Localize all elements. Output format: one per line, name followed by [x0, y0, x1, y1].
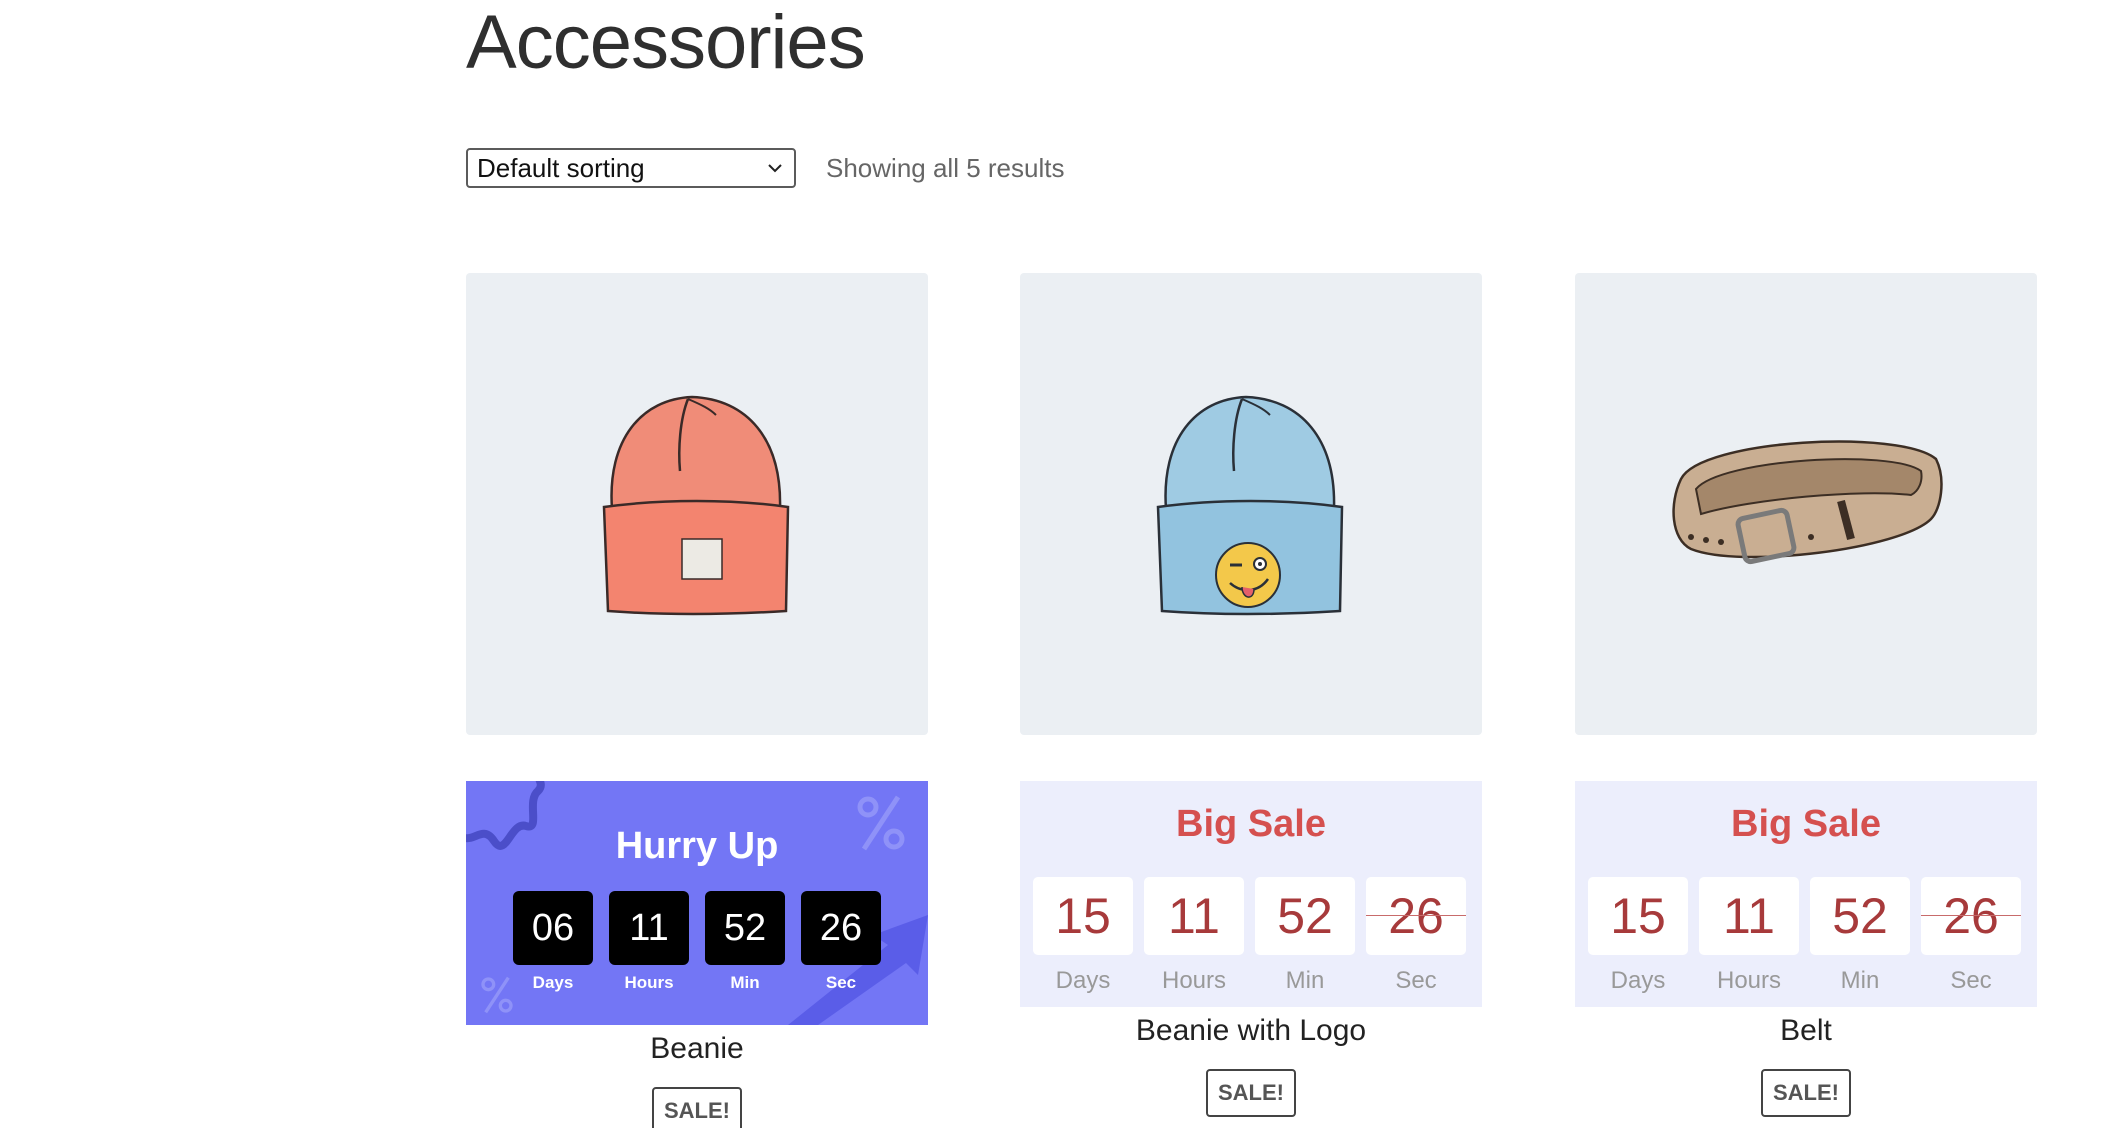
- product-card-beanie-with-logo: Big Sale 15 Days 11 Hours 52 Min 26 Sec: [1020, 273, 1482, 1117]
- countdown-value: 06: [513, 891, 593, 965]
- product-name-link[interactable]: Belt: [1575, 1013, 2037, 1049]
- countdown-value: 15: [1033, 877, 1133, 955]
- countdown-label: Hours: [1161, 967, 1227, 994]
- countdown-minutes: 52 Min: [705, 891, 785, 993]
- chevron-down-icon: [768, 164, 782, 173]
- countdown-value: 11: [1144, 877, 1244, 955]
- countdown-label: Hours: [624, 973, 674, 992]
- countdown-hours: 11 Hours: [1144, 877, 1244, 995]
- product-image-link[interactable]: [1020, 273, 1482, 735]
- countdown-value: 11: [609, 891, 689, 965]
- countdown-value: 26: [801, 891, 881, 965]
- countdown-days: 15 Days: [1588, 877, 1688, 995]
- sale-badge: SALE!: [1206, 1069, 1296, 1117]
- countdown-days: 06 Days: [513, 891, 593, 993]
- countdown-seconds: 26 Sec: [1921, 877, 2021, 995]
- countdown-days: 15 Days: [1033, 877, 1133, 995]
- countdown-hours: 11 Hours: [1699, 877, 1799, 995]
- countdown-seconds: 26 Sec: [1366, 877, 1466, 995]
- countdown-value: 52: [1810, 877, 1910, 955]
- results-count: Showing all 5 results: [826, 152, 1065, 183]
- product-image-link[interactable]: [466, 273, 928, 735]
- countdown-label: Min: [730, 973, 760, 992]
- countdown-label: Sec: [825, 973, 857, 992]
- shop-toolbar: Default sorting Showing all 5 results: [466, 146, 1064, 190]
- countdown-timer-light: Big Sale 15 Days 11 Hours 52 Min 26 Sec: [1575, 781, 2037, 1007]
- countdown-hours: 11 Hours: [609, 891, 689, 993]
- countdown-label: Hours: [1716, 967, 1782, 994]
- countdown-value: 52: [705, 891, 785, 965]
- countdown-value: 26: [1921, 877, 2021, 955]
- countdown-value: 52: [1255, 877, 1355, 955]
- countdown-label: Min: [1840, 967, 1880, 994]
- sorting-select[interactable]: Default sorting: [466, 148, 796, 188]
- countdown-heading: Hurry Up: [615, 825, 779, 867]
- countdown-label: Sec: [1395, 967, 1437, 994]
- sale-badge: SALE!: [1761, 1069, 1851, 1117]
- product-name-link[interactable]: Beanie: [466, 1031, 928, 1067]
- countdown-label: Days: [1055, 967, 1111, 994]
- blue-beanie-with-logo-icon: [1156, 395, 1344, 616]
- countdown-timer-light: Big Sale 15 Days 11 Hours 52 Min 26 Sec: [1020, 781, 1482, 1007]
- countdown-units: 06 Days 11 Hours 52 Min 26 Sec: [466, 891, 928, 993]
- countdown-minutes: 52 Min: [1255, 877, 1355, 995]
- product-card-beanie: Hurry Up 06 Days 11 Hours 52 Min 26 Sec: [466, 273, 928, 1128]
- belt-icon: [1672, 440, 1943, 565]
- shop-page: Accessories Default sorting Showing all …: [0, 0, 2106, 1128]
- countdown-label: Days: [1610, 967, 1666, 994]
- countdown-seconds: 26 Sec: [801, 891, 881, 993]
- countdown-value: 26: [1366, 877, 1466, 955]
- countdown-value: 11: [1699, 877, 1799, 955]
- orange-beanie-icon: [602, 395, 790, 616]
- sorting-selected-value: Default sorting: [477, 152, 645, 183]
- countdown-label: Min: [1285, 967, 1325, 994]
- countdown-heading: Big Sale: [1176, 803, 1326, 845]
- product-card-belt: Big Sale 15 Days 11 Hours 52 Min 26 Sec: [1575, 273, 2037, 1117]
- page-title: Accessories: [466, 0, 866, 85]
- countdown-units: 15 Days 11 Hours 52 Min 26 Sec: [1033, 877, 1466, 995]
- countdown-units: 15 Days 11 Hours 52 Min 26 Sec: [1588, 877, 2021, 995]
- countdown-label: Sec: [1950, 967, 1992, 994]
- product-name-link[interactable]: Beanie with Logo: [1020, 1013, 1482, 1049]
- sale-badge: SALE!: [652, 1087, 742, 1128]
- countdown-minutes: 52 Min: [1810, 877, 1910, 995]
- countdown-timer-purple: Hurry Up 06 Days 11 Hours 52 Min 26 Sec: [466, 781, 928, 1025]
- product-image-link[interactable]: [1575, 273, 2037, 735]
- countdown-value: 15: [1588, 877, 1688, 955]
- countdown-heading: Big Sale: [1731, 803, 1881, 845]
- countdown-label: Days: [532, 973, 574, 992]
